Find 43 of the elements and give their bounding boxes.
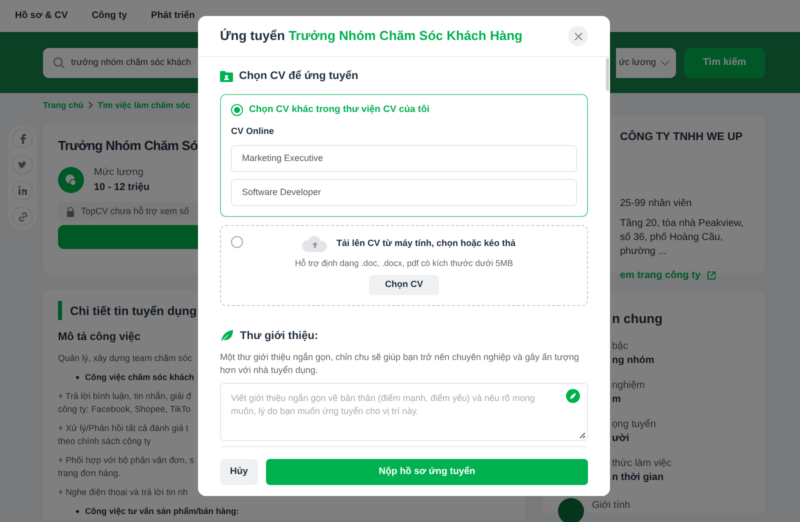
salary-value: 10 - 12 triệu bbox=[94, 181, 150, 195]
company-address: Tầng 20, tòa nhà Peakview, số 36, phố Hoàng Cầu, phường ... bbox=[620, 216, 744, 258]
info-value: ng nhóm bbox=[612, 354, 656, 368]
info-label: bậc bbox=[612, 340, 630, 354]
dialog-title: Ứng tuyển Trưởng Nhóm Chăm Sóc Khách Hàng bbox=[220, 27, 524, 46]
section-heading: Chọn CV để ứng tuyển bbox=[239, 69, 358, 84]
section-heading: Thư giới thiệu: bbox=[240, 329, 318, 344]
info-value: n thời gian bbox=[612, 470, 665, 484]
cv-item[interactable]: Software Developer bbox=[231, 179, 577, 206]
nav-link[interactable]: Công ty bbox=[92, 8, 128, 24]
cv-item[interactable]: Marketing Executive bbox=[231, 145, 577, 172]
cancel-button[interactable]: Hủy bbox=[220, 459, 258, 485]
bullet-text: Công việc chăm sóc khách bbox=[85, 370, 194, 384]
submit-button[interactable]: Nộp hồ sơ ứng tuyển bbox=[266, 459, 588, 485]
paragraph: + Nghe điện thoại và trả lời tin nh bbox=[58, 486, 188, 498]
salary-dropdown[interactable]: ức lương bbox=[616, 48, 676, 78]
info-label: nghiệm bbox=[612, 378, 646, 392]
option-label[interactable]: Chọn CV khác trong thư viện CV của tôi bbox=[249, 102, 430, 117]
card-title: n chung bbox=[612, 310, 664, 328]
letter-description: Một thư giới thiệu ngắn gọn, chỉn chu sẽ giúp bạn trở nên chuyên nghiệp và gây ấn tượng hơn với nhà tuyển dụng. bbox=[220, 350, 580, 377]
paragraph: + Trả lời bình luận, tin nhắn, giải đ công ty: Facebook, Shopee, TikTo bbox=[58, 390, 192, 416]
job-title: Trưởng Nhóm Chăm Só bbox=[58, 137, 198, 155]
bullet-text: Công việc tư vấn sản phẩm/bán hàng: bbox=[85, 504, 239, 518]
paragraph: + Xử lý/Phản hồi tất cả đánh giá t theo chính sách công ty bbox=[58, 422, 188, 448]
info-label: Giới tính bbox=[592, 498, 630, 512]
salary-label: Mức lương bbox=[94, 166, 144, 180]
info-value: ười bbox=[612, 432, 630, 446]
subsection-title: Mô tả công việc bbox=[58, 330, 141, 345]
nav-link[interactable]: Phát triển bbox=[151, 8, 195, 24]
info-label: thức làm việc bbox=[612, 456, 672, 470]
company-size: 25-99 nhân viên bbox=[620, 196, 693, 210]
paragraph: + Phối hợp với bộ phận vận đơn, s trạng đơn hàng. bbox=[58, 454, 194, 480]
info-value: m bbox=[612, 392, 622, 406]
cover-letter-field[interactable]: Viết giới thiệu ngắn gọn về bản thân (điểm mạnh, điểm yếu) và nêu rõ mong muốn, lý do bạn muốn ứng tuyển cho vị trí này. bbox=[220, 382, 588, 441]
section-title: Chi tiết tin tuyển dụng bbox=[70, 302, 197, 320]
paragraph: Quản lý, xây dựng team chăm sóc bbox=[58, 352, 192, 364]
upload-hint: Hỗ trợ định dạng .doc, .docx, pdf có kích thước dưới 5MB bbox=[294, 257, 514, 270]
nav-link[interactable]: Hồ sơ & CV bbox=[15, 8, 68, 24]
company-name: CÔNG TY TNHH WE UP bbox=[620, 129, 744, 145]
group-label: CV Online bbox=[231, 124, 276, 138]
option-label[interactable]: Tải lên CV từ máy tính, chọn hoặc kéo thả bbox=[336, 237, 516, 250]
info-label: ọng tuyển bbox=[612, 418, 657, 432]
choose-cv-button[interactable]: Chọn CV bbox=[369, 275, 439, 295]
